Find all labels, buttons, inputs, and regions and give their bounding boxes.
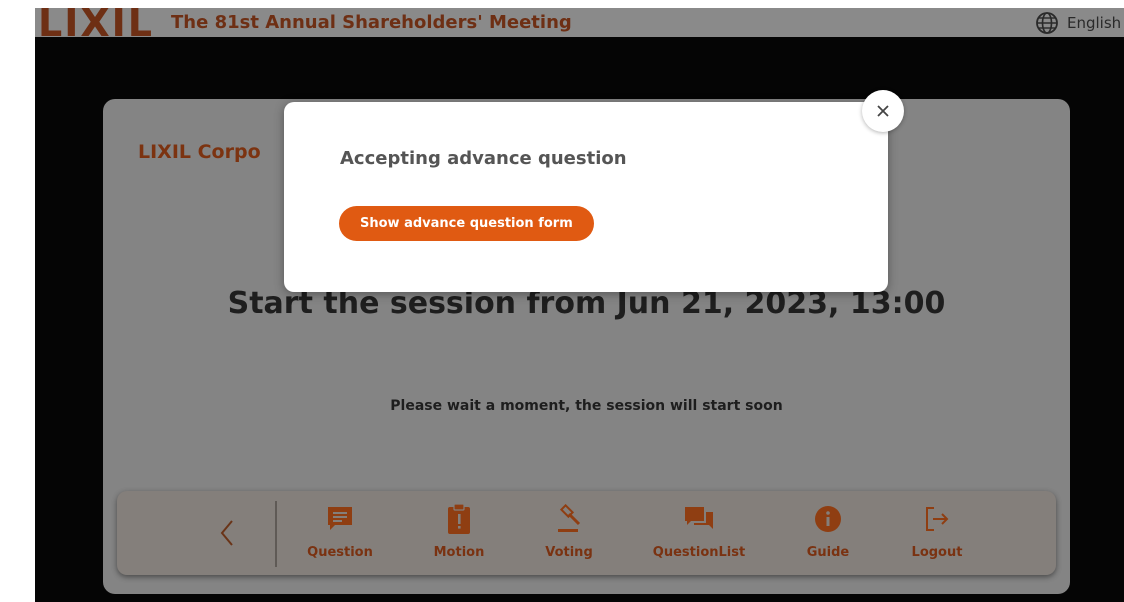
meeting-title: The 81st Annual Shareholders' Meeting <box>171 12 572 33</box>
chat-bubbles-icon <box>685 507 713 529</box>
language-selector[interactable]: English <box>1035 11 1121 35</box>
top-bar: LIXIL The 81st Annual Shareholders' Meet… <box>35 8 1124 45</box>
advance-question-modal: Accepting advance question Show advance … <box>284 102 888 292</box>
language-label: English <box>1067 14 1122 32</box>
company-name: LIXIL Corpo <box>138 141 261 163</box>
nav-label-questionlist: QuestionList <box>652 545 746 560</box>
nav-item-logout[interactable]: Logout <box>882 503 992 560</box>
lixil-logo: LIXIL <box>38 8 155 45</box>
nav-label-logout: Logout <box>911 545 963 560</box>
chevron-left-icon <box>220 520 233 546</box>
nav-item-question[interactable]: Question <box>285 503 395 560</box>
close-icon <box>877 105 889 117</box>
nav-back-button[interactable] <box>212 518 242 548</box>
nav-label-question: Question <box>307 545 373 560</box>
modal-title: Accepting advance question <box>340 148 627 169</box>
globe-icon <box>1036 12 1058 34</box>
gavel-icon <box>558 504 581 532</box>
clipboard-alert-icon <box>448 503 470 534</box>
app-viewport: LIXIL The 81st Annual Shareholders' Meet… <box>35 8 1124 602</box>
speech-bubble-icon <box>328 507 352 530</box>
logout-icon <box>926 507 949 531</box>
nav-item-voting[interactable]: Voting <box>514 503 624 560</box>
modal-close-button[interactable] <box>862 90 904 132</box>
info-icon <box>815 506 841 532</box>
nav-item-motion[interactable]: Motion <box>404 503 514 560</box>
nav-item-guide[interactable]: Guide <box>773 503 883 560</box>
nav-divider <box>275 501 277 567</box>
nav-label-motion: Motion <box>433 545 485 560</box>
nav-label-guide: Guide <box>806 545 850 560</box>
nav-item-questionlist[interactable]: QuestionList <box>644 503 754 560</box>
bottom-nav-bar: Question Motion Voting QuestionList Guid… <box>117 491 1056 575</box>
nav-label-voting: Voting <box>545 545 593 560</box>
show-advance-question-form-button[interactable]: Show advance question form <box>339 206 594 241</box>
session-subtitle: Please wait a moment, the session will s… <box>390 398 783 414</box>
